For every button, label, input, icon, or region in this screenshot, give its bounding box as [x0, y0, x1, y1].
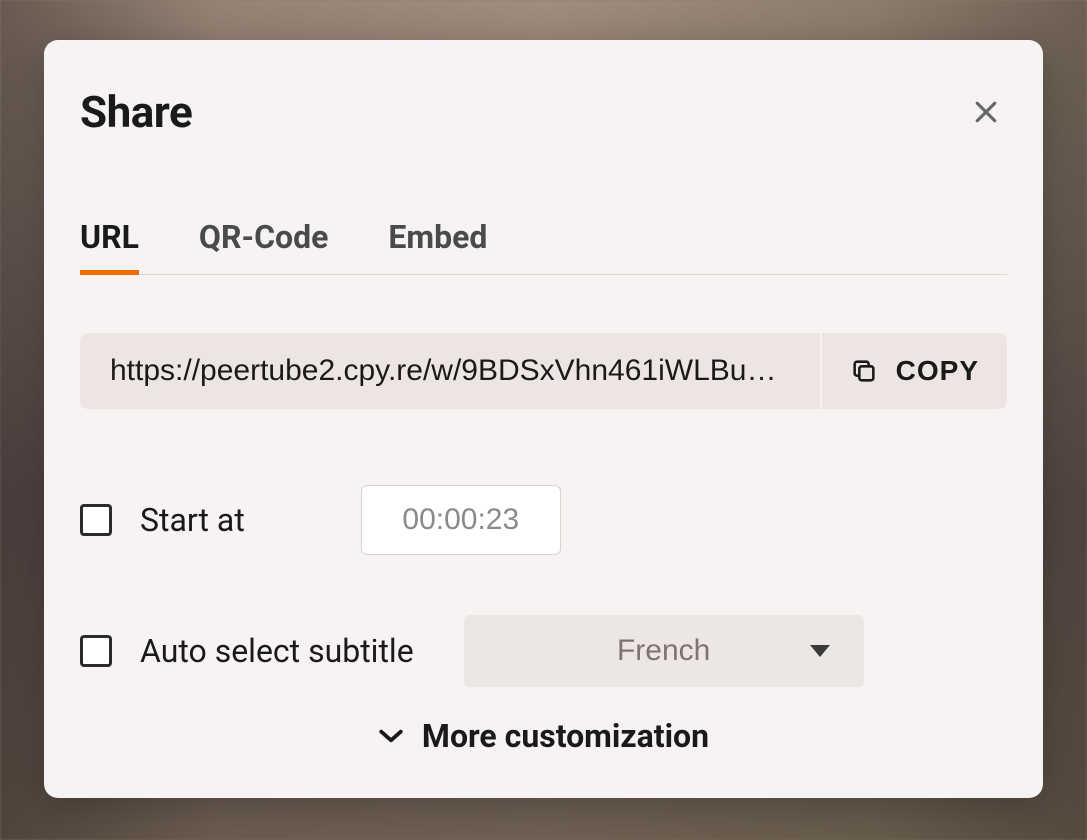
modal-header: Share	[80, 86, 1007, 138]
start-at-checkbox[interactable]	[80, 504, 112, 536]
share-modal: Share URL QR-Code Embed COPY Start at Au…	[44, 40, 1043, 798]
tab-qrcode[interactable]: QR-Code	[199, 218, 328, 275]
tab-embed[interactable]: Embed	[388, 218, 487, 275]
copy-button[interactable]: COPY	[820, 333, 1007, 409]
auto-subtitle-row: Auto select subtitle French	[80, 615, 1007, 687]
start-at-row: Start at	[80, 485, 1007, 555]
close-icon	[971, 97, 1001, 127]
chevron-down-icon	[378, 728, 404, 744]
share-url-row: COPY	[80, 333, 1007, 409]
subtitle-select-wrap: French	[464, 615, 864, 687]
auto-subtitle-label: Auto select subtitle	[140, 632, 414, 670]
share-url-input[interactable]	[80, 333, 820, 409]
subtitle-select[interactable]: French	[464, 615, 864, 687]
start-at-label: Start at	[140, 501, 245, 539]
subtitle-select-value: French	[617, 634, 710, 667]
copy-button-label: COPY	[896, 355, 979, 387]
modal-title: Share	[80, 86, 192, 138]
more-customization-toggle[interactable]: More customization	[80, 717, 1007, 755]
copy-icon	[850, 357, 878, 385]
start-at-time-input[interactable]	[361, 485, 561, 555]
auto-subtitle-checkbox[interactable]	[80, 635, 112, 667]
share-tabs: URL QR-Code Embed	[80, 218, 1007, 275]
close-button[interactable]	[965, 91, 1007, 133]
more-customization-label: More customization	[422, 717, 709, 755]
tab-url[interactable]: URL	[80, 218, 139, 275]
